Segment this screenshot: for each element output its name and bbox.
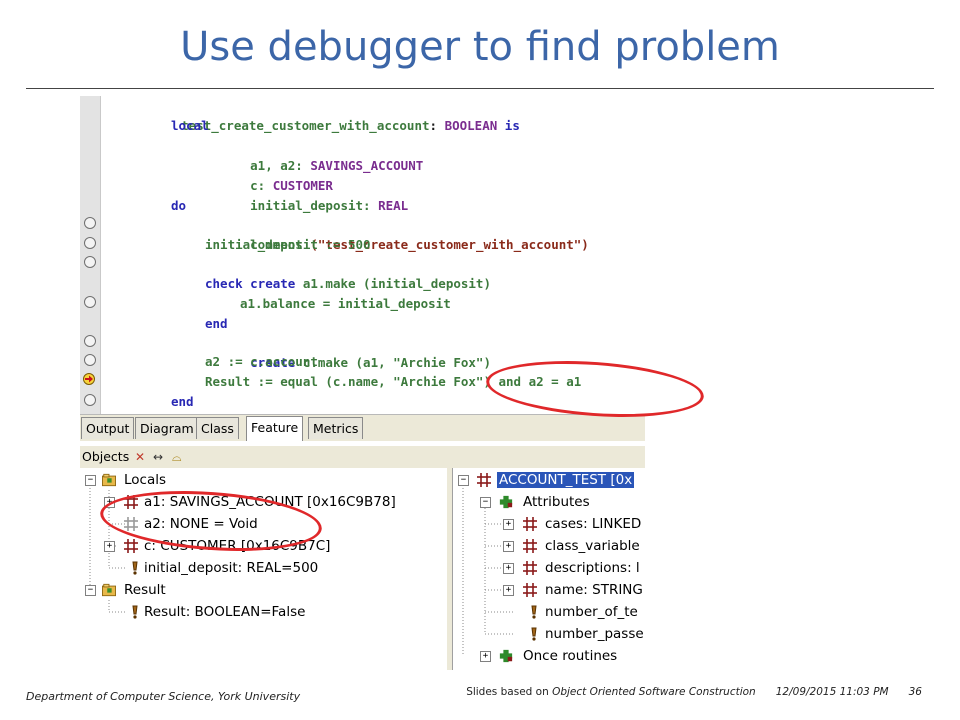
tree-item-attribute[interactable]: name: STRING [545,579,643,601]
tab-class[interactable]: Class [196,417,239,439]
keyword: create [250,276,296,291]
tree-item-attribute[interactable]: number_of_te [545,601,638,623]
code-line-assign: initial_deposit := 500 [205,237,371,252]
breakpoint-icon[interactable] [84,394,96,406]
object-icon [523,583,537,597]
code-line-end: end [171,394,194,409]
tree-item-root[interactable]: ACCOUNT_TEST [0x [497,469,635,491]
footer-department: Department of Computer Science, York Uni… [26,690,301,703]
collapse-toggle[interactable]: − [85,585,96,596]
tab-diagram[interactable]: Diagram [135,417,199,439]
tree-item-result[interactable]: Result [124,579,166,601]
feature-name: test_create_customer_with_account [181,118,430,133]
breakpoint-icon[interactable] [84,217,96,229]
type-name: REAL [378,198,409,213]
tree-item-initial-deposit[interactable]: initial_deposit: REAL=500 [144,557,318,579]
code-line-signature: test_create_customer_with_account: BOOLE… [181,118,520,133]
expand-toggle[interactable]: + [503,519,514,530]
footer-date: 12/09/2015 11:03 PM [775,686,889,698]
code-line-comment: comment ("test_create_customer_with_acco… [205,215,589,252]
tree-item-once-routines[interactable]: Once routines [523,645,617,667]
selected-node-label: ACCOUNT_TEST [0x [497,472,635,488]
close-icon[interactable]: ✕ [135,446,145,468]
type-name: BOOLEAN [444,118,498,133]
tree-item-attributes[interactable]: Attributes [523,491,590,513]
collapse-toggle[interactable]: − [458,475,469,486]
tree-item-result-value[interactable]: Result: BOOLEAN=False [144,601,305,623]
tab-feature[interactable]: Feature [246,416,304,441]
value-icon [531,627,537,641]
expand-toggle[interactable]: + [503,585,514,596]
gutter-divider [100,96,101,414]
tab-metrics[interactable]: Metrics [308,417,364,439]
object-icon [523,517,537,531]
expand-toggle[interactable]: + [503,541,514,552]
objects-toolbar: Objects ✕ ↔ ⌓ [80,446,645,469]
object-icon [523,539,537,553]
code-line-do: do [171,198,187,213]
expand-toggle[interactable]: + [104,541,115,552]
code-line-decl: c: CUSTOMER [205,156,333,193]
code-line-create: create c.make (a1, "Archie Fox") [205,333,491,370]
value-icon [531,605,537,619]
title-divider [26,88,934,89]
keyword: is [504,118,520,133]
tree-item-locals[interactable]: Locals [124,469,166,491]
value-icon [132,605,138,619]
footer-credit-prefix: Slides based on [466,686,553,698]
breakpoint-icon[interactable] [84,256,96,268]
object-icon [523,561,537,575]
object-icon [477,473,491,487]
objects-label: Objects [82,449,130,464]
code-line-local: local [171,118,209,133]
code-line-assertion: a1.balance = initial_deposit [240,296,451,311]
creation-call: a1.make (initial_deposit) [302,276,491,291]
breakpoint-icon[interactable] [84,296,96,308]
object-tree-pane[interactable]: − ACCOUNT_TEST [0x − Attributes + cases:… [453,468,645,670]
tree-item-attribute[interactable]: number_passe [545,623,644,645]
code-line-check: check [205,276,243,291]
page-number: 36 [908,686,922,698]
collapse-toggle[interactable]: − [480,497,491,508]
expand-toggle[interactable]: + [480,651,491,662]
folder-icon [102,473,116,487]
current-line-arrow-icon[interactable] [82,373,96,385]
attributes-icon [499,495,513,509]
breakpoint-icon[interactable] [84,335,96,347]
expand-toggle[interactable]: + [503,563,514,574]
code-line-decl: a1, a2: SAVINGS_ACCOUNT [205,136,423,173]
breakpoint-icon[interactable] [84,237,96,249]
tab-output[interactable]: Output [81,417,135,439]
value-icon [132,561,138,575]
filter-icon[interactable]: ⌓ [172,446,182,468]
once-routines-icon [499,649,513,663]
tree-item-attribute[interactable]: cases: LINKED [545,513,641,535]
code-line-end: end [205,316,228,331]
tool-tabs: Output Diagram Class Feature Metrics [80,414,645,441]
slide-title: Use debugger to find problem [180,24,780,70]
creation-call: c.make (a1, "Archie Fox") [302,355,491,370]
variable-names: initial_deposit: [250,198,371,213]
breakpoint-gutter[interactable] [80,96,100,414]
footer-info: Slides based on Object Oriented Software… [466,686,922,698]
object-icon [124,539,138,553]
arrows-icon[interactable]: ↔ [153,446,163,468]
collapse-toggle[interactable]: − [85,475,96,486]
code-line-create: create a1.make (initial_deposit) [205,254,491,291]
breakpoint-icon[interactable] [84,354,96,366]
footer-book-title: Object Oriented Software Construction [552,686,756,698]
tree-item-attribute[interactable]: class_variable [545,535,640,557]
folder-icon [102,583,116,597]
code-line-decl: initial_deposit: REAL [205,176,408,213]
tree-item-attribute[interactable]: descriptions: l [545,557,640,579]
code-line-assign: a2 := c.account [205,354,318,369]
